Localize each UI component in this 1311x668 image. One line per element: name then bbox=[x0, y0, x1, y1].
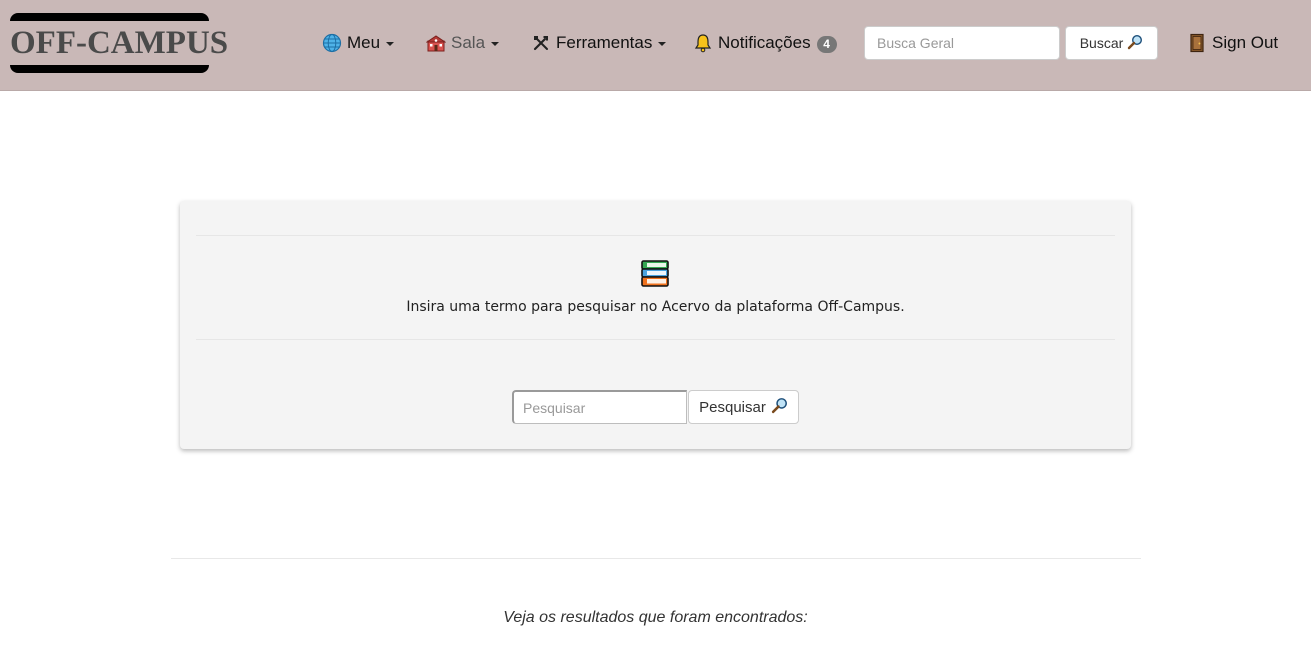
bell-icon bbox=[693, 33, 713, 53]
collection-search-input[interactable] bbox=[512, 390, 687, 424]
door-icon bbox=[1187, 33, 1207, 53]
chevron-down-icon bbox=[386, 42, 395, 46]
panel-description: Insira uma termo para pesquisar no Acerv… bbox=[406, 299, 905, 315]
brand-logo[interactable]: OFF-CAMPUS bbox=[10, 13, 229, 73]
chevron-down-icon bbox=[658, 42, 667, 46]
tools-icon bbox=[531, 33, 551, 53]
collection-search-panel: Insira uma termo para pesquisar no Acerv… bbox=[180, 201, 1131, 449]
global-search-button-label: Buscar bbox=[1079, 35, 1124, 51]
collection-search-button-label: Pesquisar bbox=[699, 398, 766, 416]
sign-out-label: Sign Out bbox=[1212, 33, 1279, 52]
results-heading: Veja os resultados que foram encontrados… bbox=[503, 609, 808, 626]
sign-out-link[interactable]: Sign Out bbox=[1187, 30, 1278, 56]
logo-top-bar bbox=[10, 13, 209, 21]
books-icon bbox=[638, 257, 672, 291]
panel-divider-bottom bbox=[196, 339, 1115, 340]
school-building-icon bbox=[425, 33, 447, 53]
logo-bottom-bar bbox=[10, 65, 209, 73]
top-navbar: OFF-CAMPUS Meu Sala Ferramentas Notifica… bbox=[0, 0, 1311, 91]
magnifier-icon bbox=[771, 397, 788, 418]
results-divider bbox=[171, 558, 1141, 559]
collection-search-button[interactable]: Pesquisar bbox=[688, 390, 799, 424]
nav-menu-meu-label: Meu bbox=[347, 33, 381, 52]
global-search-button[interactable]: Buscar bbox=[1065, 26, 1158, 60]
notification-count-badge: 4 bbox=[816, 35, 837, 53]
logo-text: OFF-CAMPUS bbox=[10, 25, 229, 61]
nav-menu-ferramentas[interactable]: Ferramentas bbox=[531, 30, 667, 56]
global-search-input[interactable] bbox=[864, 26, 1060, 60]
nav-menu-sala[interactable]: Sala bbox=[425, 30, 500, 56]
nav-menu-meu[interactable]: Meu bbox=[322, 30, 395, 56]
nav-menu-ferramentas-label: Ferramentas bbox=[556, 33, 653, 52]
globe-icon bbox=[322, 33, 342, 53]
magnifier-icon bbox=[1127, 34, 1143, 53]
panel-divider-top bbox=[196, 235, 1115, 236]
nav-menu-sala-label: Sala bbox=[451, 33, 486, 52]
nav-notifications-label: Notificações bbox=[718, 33, 811, 52]
nav-notifications[interactable]: Notificações 4 bbox=[693, 30, 837, 56]
chevron-down-icon bbox=[491, 42, 500, 46]
